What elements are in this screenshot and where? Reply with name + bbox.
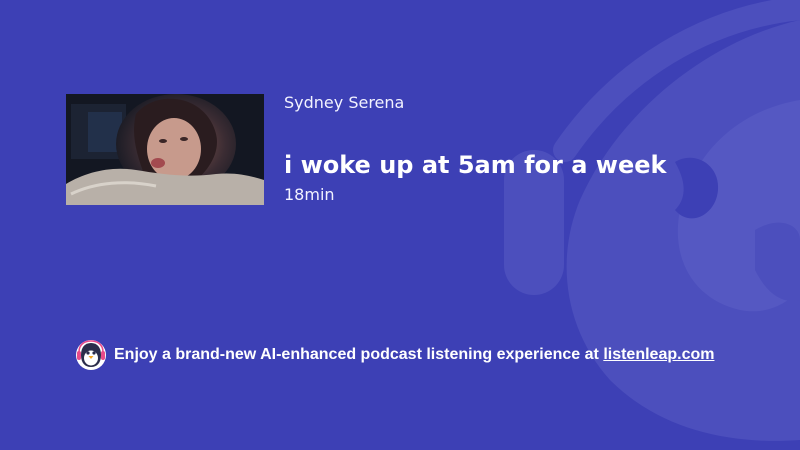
episode-title[interactable]: i woke up at 5am for a week: [284, 150, 666, 180]
promo-text: Enjoy a brand-new AI-enhanced podcast li…: [114, 346, 599, 363]
promo-banner: Enjoy a brand-new AI-enhanced podcast li…: [75, 339, 714, 371]
episode-author[interactable]: Sydney Serena: [284, 93, 404, 113]
listenleap-link[interactable]: listenleap.com: [603, 346, 714, 363]
episode-thumbnail[interactable]: [66, 94, 264, 205]
episode-duration: 18min: [284, 185, 335, 204]
penguin-watermark-icon: [504, 0, 800, 441]
penguin-mascot-icon: [76, 340, 106, 370]
